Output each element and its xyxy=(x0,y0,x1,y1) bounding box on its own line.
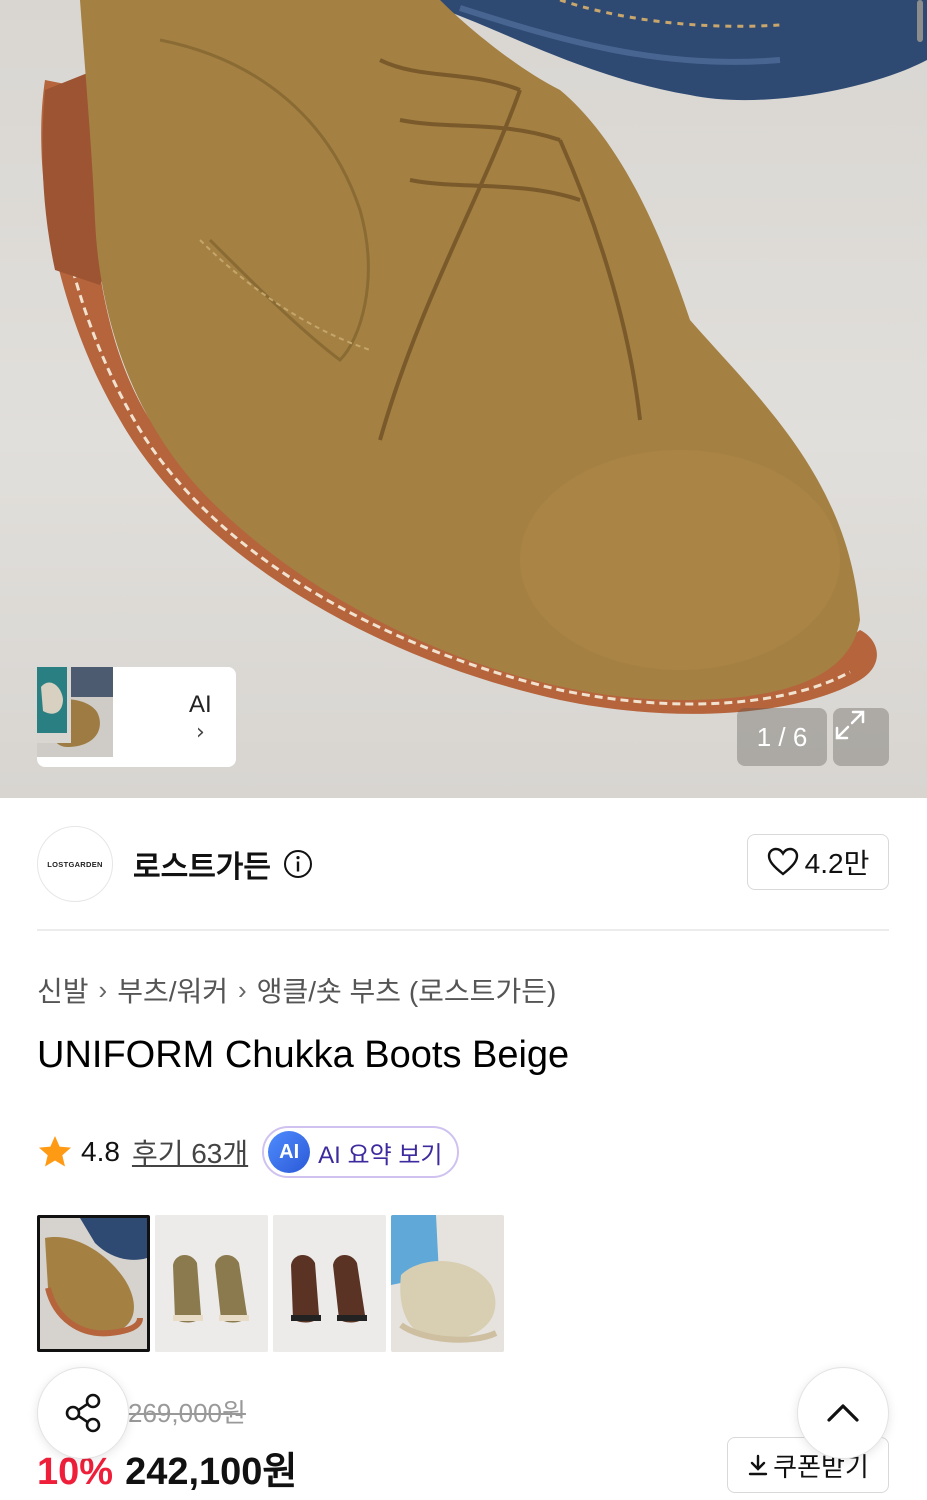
brand-logo[interactable]: LOSTGARDEN xyxy=(37,826,113,902)
share-icon xyxy=(65,1393,101,1433)
original-price: 269,000원 xyxy=(128,1398,246,1428)
product-title: UNIFORM Chukka Boots Beige xyxy=(37,1034,570,1076)
ai-preview-image-3 xyxy=(37,667,177,750)
ai-label: AI xyxy=(189,691,212,718)
chevron-right-icon: › xyxy=(238,974,247,1005)
image-counter: 1 / 6 xyxy=(737,708,827,766)
brand-name[interactable]: 로스트가든 xyxy=(133,842,271,886)
breadcrumb-item-ankle-boots[interactable]: 앵클/숏 부츠 (로스트가든) xyxy=(257,970,557,1010)
scroll-to-top-button[interactable] xyxy=(797,1367,889,1459)
info-icon[interactable] xyxy=(283,849,313,879)
share-button[interactable] xyxy=(37,1367,129,1459)
rating-row: 4.8 후기 63개 AI AI 요약 보기 xyxy=(37,1124,459,1180)
brand-row: LOSTGARDEN 로스트가든 4.2만 xyxy=(37,826,889,902)
chevron-up-icon xyxy=(827,1404,859,1422)
final-price: 242,100원 xyxy=(125,1451,298,1493)
thumbnail-4[interactable] xyxy=(391,1215,504,1352)
ai-summary-label: AI 요약 보기 xyxy=(318,1141,443,1169)
scrollbar-thumb[interactable] xyxy=(917,0,923,42)
ai-similar-styles-button[interactable]: AI › xyxy=(37,667,236,767)
ai-summary-button[interactable]: AI AI 요약 보기 xyxy=(262,1126,459,1178)
breadcrumb: 신발 › 부츠/워커 › 앵클/숏 부츠 (로스트가든) xyxy=(37,968,556,1012)
download-icon xyxy=(748,1454,768,1476)
reviews-link[interactable]: 후기 63개 xyxy=(132,1132,248,1172)
chevron-right-icon: › xyxy=(98,974,108,1005)
star-icon xyxy=(39,1136,71,1167)
divider xyxy=(37,929,889,931)
thumbnail-3[interactable] xyxy=(273,1215,386,1352)
like-count: 4.2만 xyxy=(804,848,870,879)
expand-icon xyxy=(835,710,865,740)
heart-icon xyxy=(767,847,798,876)
brand-logo-text: LOSTGARDEN xyxy=(47,859,103,869)
breadcrumb-item-boots[interactable]: 부츠/워커 xyxy=(117,970,228,1010)
expand-button[interactable] xyxy=(833,708,889,766)
chevron-right-icon: › xyxy=(195,720,205,745)
thumbnail-1[interactable] xyxy=(37,1215,150,1352)
product-main-image[interactable]: AI › 1 / 6 xyxy=(0,0,927,798)
breadcrumb-item-shoes[interactable]: 신발 xyxy=(37,970,89,1010)
ai-preview-image-2 xyxy=(37,667,149,755)
rating-score: 4.8 xyxy=(81,1136,120,1167)
thumbnail-2[interactable] xyxy=(155,1215,268,1352)
like-button[interactable]: 4.2만 xyxy=(747,834,889,890)
thumbnail-strip xyxy=(37,1215,504,1352)
ai-badge-icon: AI xyxy=(268,1131,311,1173)
